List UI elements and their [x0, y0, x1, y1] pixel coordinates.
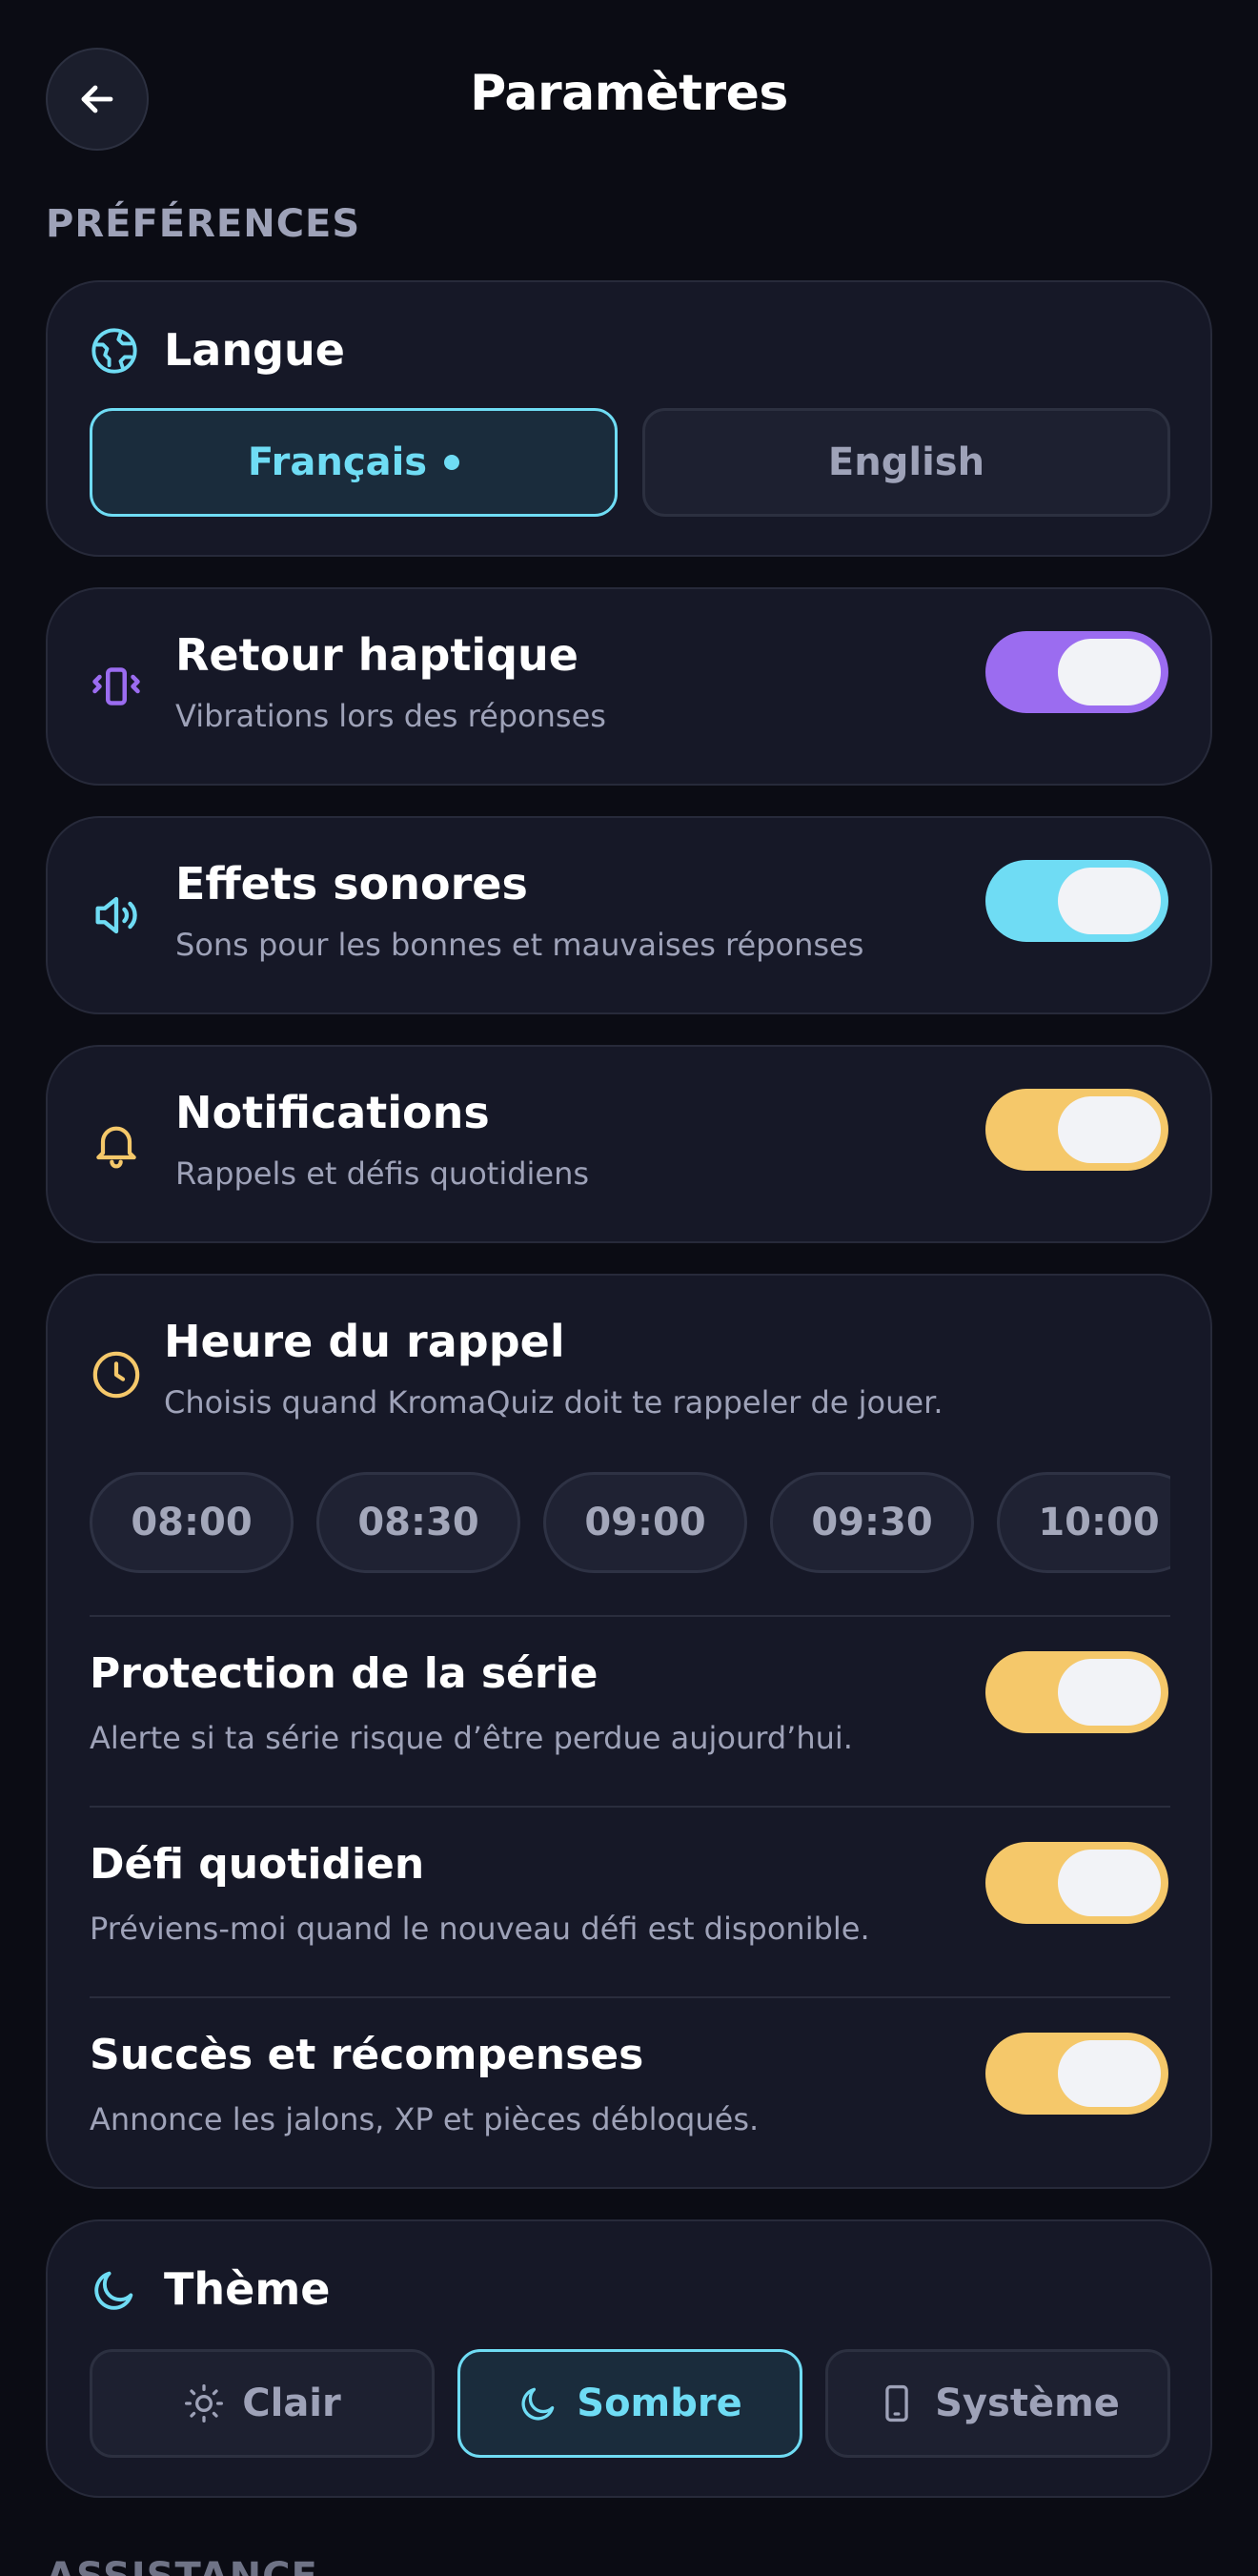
reminder-title: Heure du rappel [164, 1316, 565, 1367]
sounds-subtitle: Sons pour les bonnes et mauvaises répons… [175, 927, 864, 963]
language-option-francais[interactable]: Français [90, 408, 618, 517]
achievements-subtitle: Annonce les jalons, XP et pièces débloqu… [90, 2101, 760, 2137]
time-chip[interactable]: 08:00 [90, 1472, 294, 1573]
haptics-card: Retour haptique Vibrations lors des répo… [46, 587, 1212, 786]
language-card: Langue Français English [46, 280, 1212, 557]
theme-option-clair[interactable]: Clair [90, 2349, 435, 2458]
reminder-subtitle: Choisis quand KromaQuiz doit te rappeler… [164, 1384, 944, 1421]
sun-icon [183, 2382, 225, 2424]
daily-challenge-subtitle: Préviens-moi quand le nouveau défi est d… [90, 1911, 870, 1947]
notifications-subtitle: Rappels et défis quotidiens [175, 1155, 590, 1192]
language-option-english[interactable]: English [642, 408, 1170, 517]
theme-option-systeme[interactable]: Système [825, 2349, 1170, 2458]
toggle-knob [1058, 1659, 1161, 1726]
clock-icon [86, 1344, 147, 1405]
language-option-label: Français [247, 440, 428, 484]
haptics-toggle[interactable] [985, 631, 1168, 713]
reminder-time-list[interactable]: 08:00 08:30 09:00 09:30 10:00 [90, 1472, 1170, 1577]
notifications-card: Notifications Rappels et défis quotidien… [46, 1045, 1212, 1243]
toggle-knob [1058, 1096, 1161, 1163]
divider [90, 1996, 1170, 1998]
sounds-title: Effets sonores [175, 858, 528, 910]
section-label-preferences: PRÉFÉRENCES [46, 202, 361, 246]
theme-option-sombre[interactable]: Sombre [457, 2349, 802, 2458]
haptics-subtitle: Vibrations lors des réponses [175, 698, 606, 734]
selected-dot-icon [444, 455, 460, 470]
toggle-knob [1058, 639, 1161, 705]
bell-icon [86, 1114, 147, 1175]
daily-challenge-title: Défi quotidien [90, 1840, 425, 1889]
time-chip[interactable]: 09:30 [770, 1472, 974, 1573]
achievements-toggle[interactable] [985, 2033, 1168, 2115]
time-chip[interactable]: 10:00 [997, 1472, 1170, 1573]
notifications-toggle[interactable] [985, 1089, 1168, 1171]
daily-challenge-toggle[interactable] [985, 1842, 1168, 1924]
speaker-icon [86, 885, 147, 946]
page-title: Paramètres [470, 65, 788, 122]
notifications-title: Notifications [175, 1087, 490, 1138]
moon-icon [88, 2263, 141, 2317]
theme-option-label: Clair [242, 2382, 341, 2425]
sounds-card: Effets sonores Sons pour les bonnes et m… [46, 816, 1212, 1014]
moon-icon [517, 2382, 559, 2424]
theme-card: Thème Clair Sombre Système [46, 2219, 1212, 2498]
theme-title: Thème [164, 2263, 331, 2315]
language-option-label: English [827, 440, 985, 484]
time-chip[interactable]: 08:30 [316, 1472, 520, 1573]
streak-protection-toggle[interactable] [985, 1651, 1168, 1733]
divider [90, 1615, 1170, 1617]
theme-option-label: Système [935, 2382, 1120, 2425]
toggle-knob [1058, 868, 1161, 934]
streak-protection-title: Protection de la série [90, 1649, 599, 1698]
globe-icon [88, 324, 141, 378]
toggle-knob [1058, 2040, 1161, 2107]
language-title: Langue [164, 324, 345, 376]
time-chip[interactable]: 09:00 [543, 1472, 747, 1573]
divider [90, 1806, 1170, 1808]
sounds-toggle[interactable] [985, 860, 1168, 942]
vibration-icon [86, 656, 147, 717]
phone-icon [876, 2382, 918, 2424]
section-label-assistance: ASSISTANCE [46, 2555, 318, 2576]
achievements-title: Succès et récompenses [90, 2031, 644, 2079]
reminder-card: Heure du rappel Choisis quand KromaQuiz … [46, 1274, 1212, 2189]
theme-option-label: Sombre [577, 2382, 742, 2425]
haptics-title: Retour haptique [175, 629, 579, 681]
toggle-knob [1058, 1850, 1161, 1916]
streak-protection-subtitle: Alerte si ta série risque d’être perdue … [90, 1720, 853, 1756]
